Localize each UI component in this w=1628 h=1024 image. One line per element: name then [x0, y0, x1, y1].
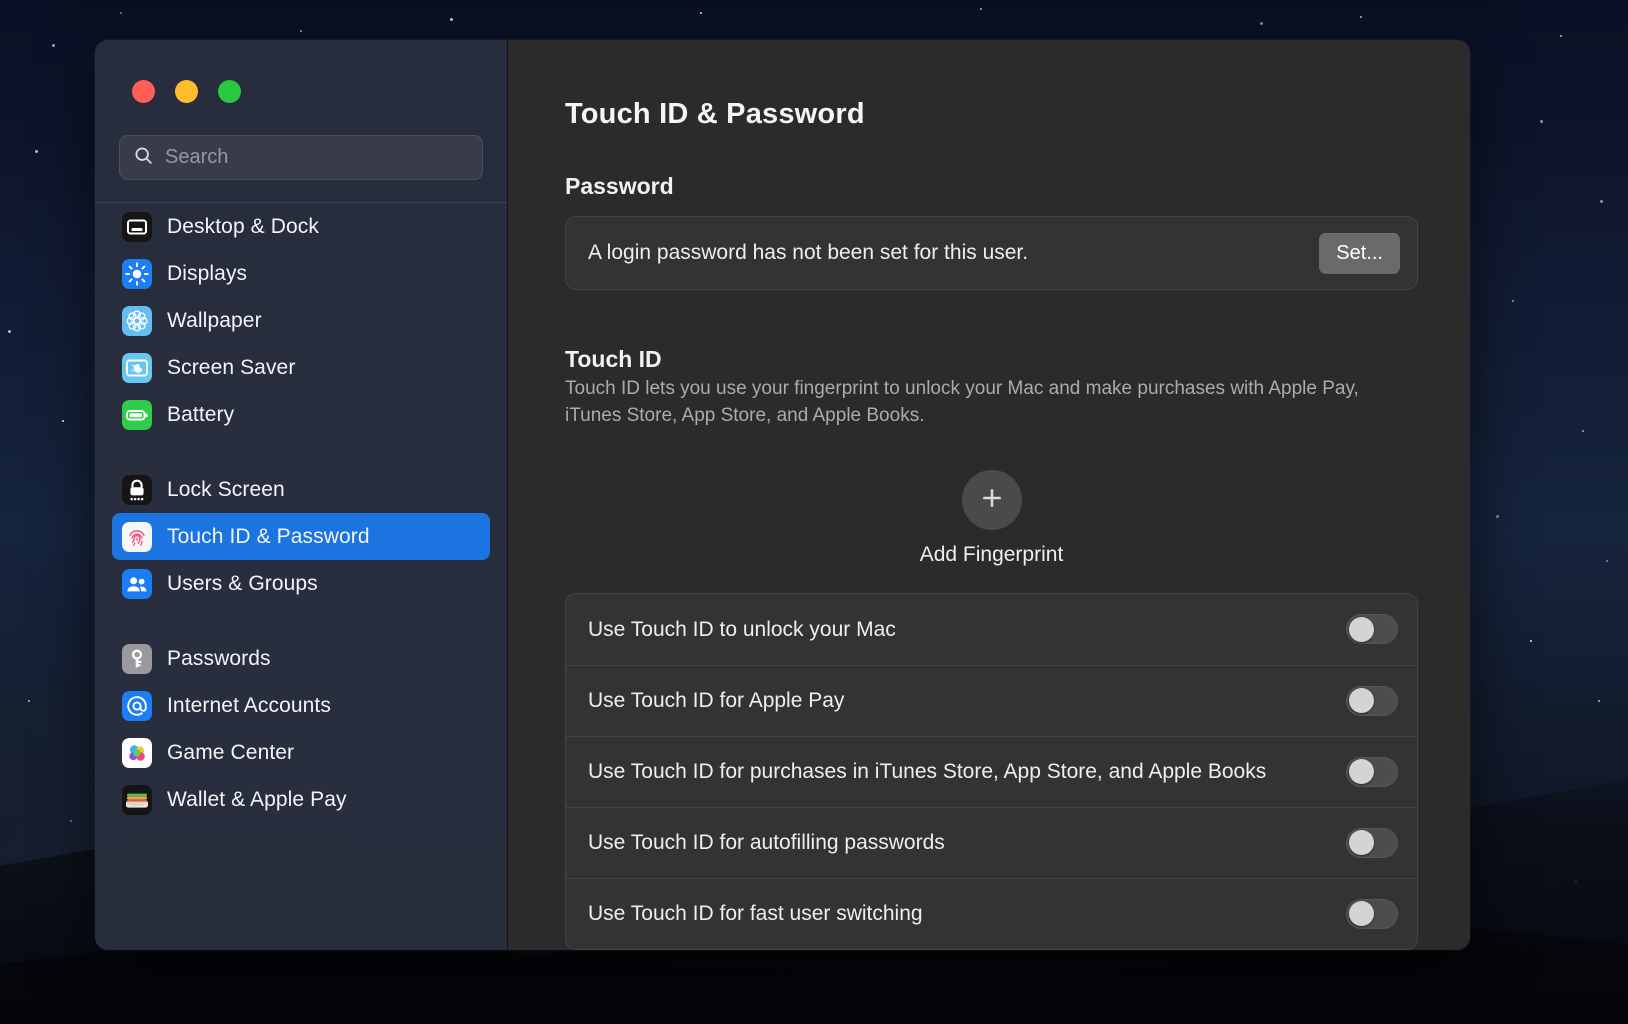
minimize-button[interactable]	[175, 80, 198, 103]
search-field[interactable]	[119, 135, 483, 180]
sidebar-item-label: Battery	[167, 403, 234, 427]
sidebar-item-label: Wallpaper	[167, 309, 262, 333]
touch-id-option-label: Use Touch ID for purchases in iTunes Sto…	[588, 741, 1266, 803]
sidebar-item-label: Wallet & Apple Pay	[167, 788, 347, 812]
sidebar-item-touch-id-password[interactable]: Touch ID & Password	[112, 513, 490, 560]
password-row: A login password has not been set for th…	[566, 217, 1417, 289]
search-input[interactable]	[165, 146, 469, 169]
set-password-button[interactable]: Set...	[1319, 233, 1400, 274]
game-center-icon	[122, 738, 152, 768]
internet-accounts-icon	[122, 691, 152, 721]
screen-saver-icon	[122, 353, 152, 383]
zoom-button[interactable]	[218, 80, 241, 103]
system-settings-window: Desktop & Dock Displays Wallpaper Screen…	[95, 40, 1470, 950]
sidebar-group-separator	[112, 607, 490, 635]
sidebar-item-label: Users & Groups	[167, 572, 318, 596]
touch-id-option-toggle[interactable]	[1346, 757, 1398, 787]
sidebar-item-screen-saver[interactable]: Screen Saver	[112, 344, 490, 391]
touch-id-option-toggle[interactable]	[1346, 686, 1398, 716]
sidebar-item-battery[interactable]: Battery	[112, 391, 490, 438]
touch-id-options-card: Use Touch ID to unlock your Mac Use Touch…	[565, 593, 1418, 950]
touch-id-option-toggle[interactable]	[1346, 828, 1398, 858]
touch-id-option-label: Use Touch ID to unlock your Mac	[588, 599, 896, 661]
sidebar-item-label: Lock Screen	[167, 478, 285, 502]
sidebar-item-label: Displays	[167, 262, 247, 286]
desktop-dock-icon	[122, 212, 152, 242]
sidebar-item-label: Screen Saver	[167, 356, 295, 380]
add-fingerprint-label: Add Fingerprint	[920, 543, 1064, 567]
toggle-knob	[1349, 617, 1374, 642]
add-fingerprint-button[interactable]	[962, 470, 1022, 530]
sidebar-item-passwords[interactable]: Passwords	[112, 635, 490, 682]
sidebar-item-internet-accounts[interactable]: Internet Accounts	[112, 682, 490, 729]
password-card: A login password has not been set for th…	[565, 216, 1418, 290]
sidebar-item-label: Touch ID & Password	[167, 525, 370, 549]
touch-id-icon	[122, 522, 152, 552]
password-section-heading: Password	[565, 173, 1418, 200]
touch-id-section: Touch ID Touch ID lets you use your fing…	[565, 346, 1418, 950]
sidebar-item-desktop-dock[interactable]: Desktop & Dock	[112, 203, 490, 250]
lock-screen-icon	[122, 475, 152, 505]
content-pane: Touch ID & Password Password A login pas…	[508, 40, 1470, 950]
sidebar-item-game-center[interactable]: Game Center	[112, 729, 490, 776]
sidebar-list: Desktop & Dock Displays Wallpaper Screen…	[95, 203, 507, 823]
touch-id-description: Touch ID lets you use your fingerprint t…	[565, 376, 1418, 430]
toggle-knob	[1349, 830, 1374, 855]
sidebar-item-wallpaper[interactable]: Wallpaper	[112, 297, 490, 344]
wallet-apple-pay-icon	[122, 785, 152, 815]
sidebar-item-label: Internet Accounts	[167, 694, 331, 718]
sidebar-item-label: Desktop & Dock	[167, 215, 319, 239]
wallpaper-icon	[122, 306, 152, 336]
touch-id-option-label: Use Touch ID for Apple Pay	[588, 670, 844, 732]
sidebar-item-displays[interactable]: Displays	[112, 250, 490, 297]
passwords-key-icon	[122, 644, 152, 674]
toggle-knob	[1349, 688, 1374, 713]
sidebar-group-separator	[112, 438, 490, 466]
touch-id-option-label: Use Touch ID for fast user switching	[588, 883, 923, 945]
plus-icon	[978, 484, 1006, 515]
touch-id-option-row: Use Touch ID to unlock your Mac	[566, 594, 1417, 665]
users-groups-icon	[122, 569, 152, 599]
sidebar: Desktop & Dock Displays Wallpaper Screen…	[95, 40, 508, 950]
touch-id-option-toggle[interactable]	[1346, 899, 1398, 929]
search-container	[95, 103, 507, 180]
search-icon	[133, 145, 154, 171]
sidebar-item-users-groups[interactable]: Users & Groups	[112, 560, 490, 607]
touch-id-option-row: Use Touch ID for purchases in iTunes Sto…	[566, 736, 1417, 807]
touch-id-option-row: Use Touch ID for Apple Pay	[566, 665, 1417, 736]
displays-icon	[122, 259, 152, 289]
add-fingerprint-container: Add Fingerprint	[565, 470, 1418, 567]
touch-id-option-label: Use Touch ID for autofilling passwords	[588, 812, 945, 874]
sidebar-item-lock-screen[interactable]: Lock Screen	[112, 466, 490, 513]
close-button[interactable]	[132, 80, 155, 103]
sidebar-item-label: Game Center	[167, 741, 294, 765]
sidebar-item-wallet-apple-pay[interactable]: Wallet & Apple Pay	[112, 776, 490, 823]
toggle-knob	[1349, 759, 1374, 784]
page-title: Touch ID & Password	[565, 98, 1418, 131]
touch-id-heading: Touch ID	[565, 346, 1418, 373]
toggle-knob	[1349, 901, 1374, 926]
sidebar-item-label: Passwords	[167, 647, 271, 671]
password-status-text: A login password has not been set for th…	[588, 241, 1028, 265]
touch-id-option-row: Use Touch ID for fast user switching	[566, 878, 1417, 949]
battery-icon	[122, 400, 152, 430]
window-traffic-lights	[95, 40, 507, 103]
touch-id-option-row: Use Touch ID for autofilling passwords	[566, 807, 1417, 878]
touch-id-option-toggle[interactable]	[1346, 614, 1398, 644]
